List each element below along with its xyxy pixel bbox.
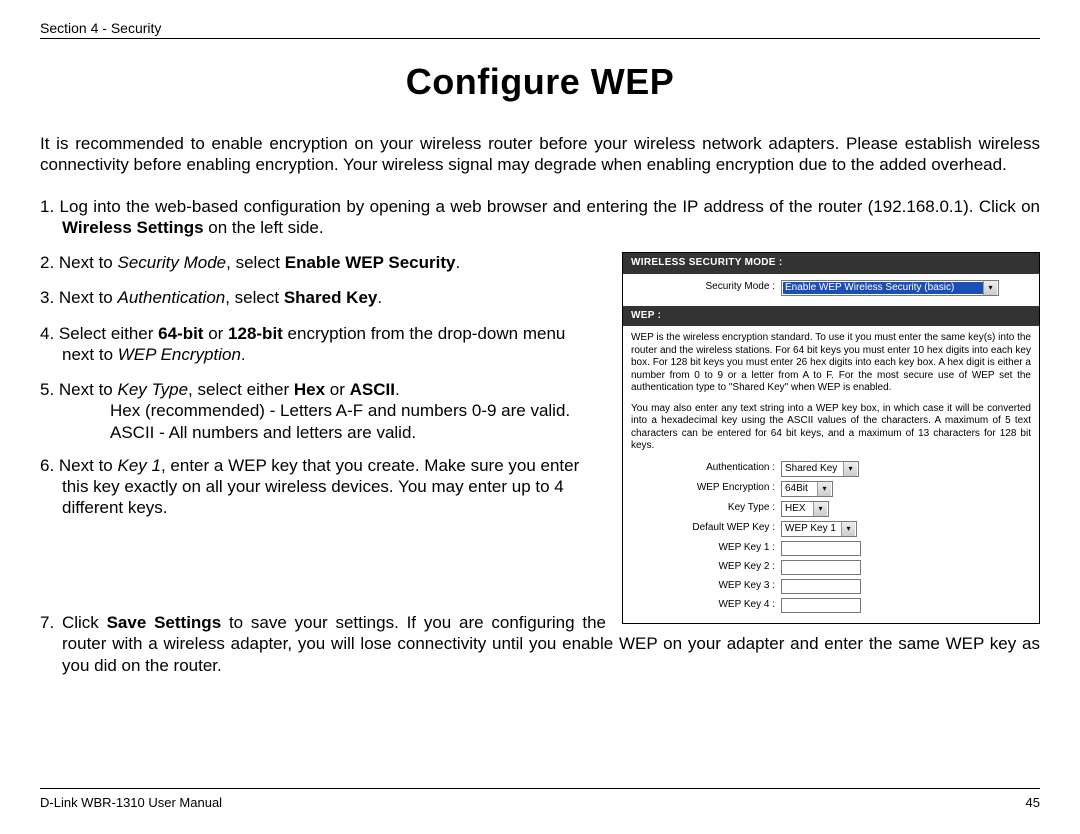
- chevron-down-icon: ▾: [841, 522, 855, 536]
- page-title: Configure WEP: [40, 61, 1040, 103]
- auth-label: Authentication :: [631, 462, 781, 475]
- security-mode-label: Security Mode :: [631, 281, 781, 294]
- footer-page-number: 45: [1026, 795, 1040, 810]
- defaultkey-select[interactable]: WEP Key 1 ▾: [781, 521, 857, 537]
- auth-select[interactable]: Shared Key ▾: [781, 461, 859, 477]
- wep-description-1: WEP is the wireless encryption standard.…: [631, 332, 1031, 395]
- router-screenshot: WIRELESS SECURITY MODE : Security Mode :…: [622, 252, 1040, 624]
- wepkey3-input[interactable]: [781, 579, 861, 594]
- step-5-sub1: Hex (recommended) - Letters A-F and numb…: [62, 400, 600, 421]
- wepkey4-label: WEP Key 4 :: [631, 599, 781, 612]
- keytype-select[interactable]: HEX ▾: [781, 501, 829, 517]
- step-4: 4. Select either 64-bit or 128-bit encry…: [40, 323, 600, 366]
- security-mode-select[interactable]: Enable WEP Wireless Security (basic) ▾: [781, 280, 999, 296]
- step-5-sub2: ASCII - All numbers and letters are vali…: [62, 422, 600, 443]
- page-footer: D-Link WBR-1310 User Manual 45: [40, 788, 1040, 810]
- security-mode-header: WIRELESS SECURITY MODE :: [623, 253, 1039, 274]
- chevron-down-icon: ▾: [983, 281, 997, 295]
- chevron-down-icon: ▾: [813, 502, 827, 516]
- keytype-label: Key Type :: [631, 502, 781, 515]
- enc-select[interactable]: 64Bit ▾: [781, 481, 833, 497]
- wepkey1-input[interactable]: [781, 541, 861, 556]
- section-header: Section 4 - Security: [40, 20, 1040, 36]
- wep-header: WEP :: [623, 306, 1039, 327]
- wepkey1-label: WEP Key 1 :: [631, 542, 781, 555]
- top-divider: [40, 38, 1040, 39]
- chevron-down-icon: ▾: [843, 462, 857, 476]
- defaultkey-label: Default WEP Key :: [631, 522, 781, 535]
- step-3: 3. Next to Authentication, select Shared…: [40, 287, 600, 308]
- enc-label: WEP Encryption :: [631, 482, 781, 495]
- wepkey3-label: WEP Key 3 :: [631, 580, 781, 593]
- wepkey2-label: WEP Key 2 :: [631, 561, 781, 574]
- wepkey2-input[interactable]: [781, 560, 861, 575]
- step-2: 2. Next to Security Mode, select Enable …: [40, 252, 600, 273]
- wep-description-2: You may also enter any text string into …: [631, 403, 1031, 453]
- footer-manual-name: D-Link WBR-1310 User Manual: [40, 795, 222, 810]
- step-6: 6. Next to Key 1, enter a WEP key that y…: [40, 455, 600, 519]
- chevron-down-icon: ▾: [817, 482, 831, 496]
- wepkey4-input[interactable]: [781, 598, 861, 613]
- step-1: 1. Log into the web-based configuration …: [40, 196, 1040, 239]
- intro-paragraph: It is recommended to enable encryption o…: [40, 133, 1040, 176]
- step-5: 5. Next to Key Type, select either Hex o…: [40, 379, 600, 443]
